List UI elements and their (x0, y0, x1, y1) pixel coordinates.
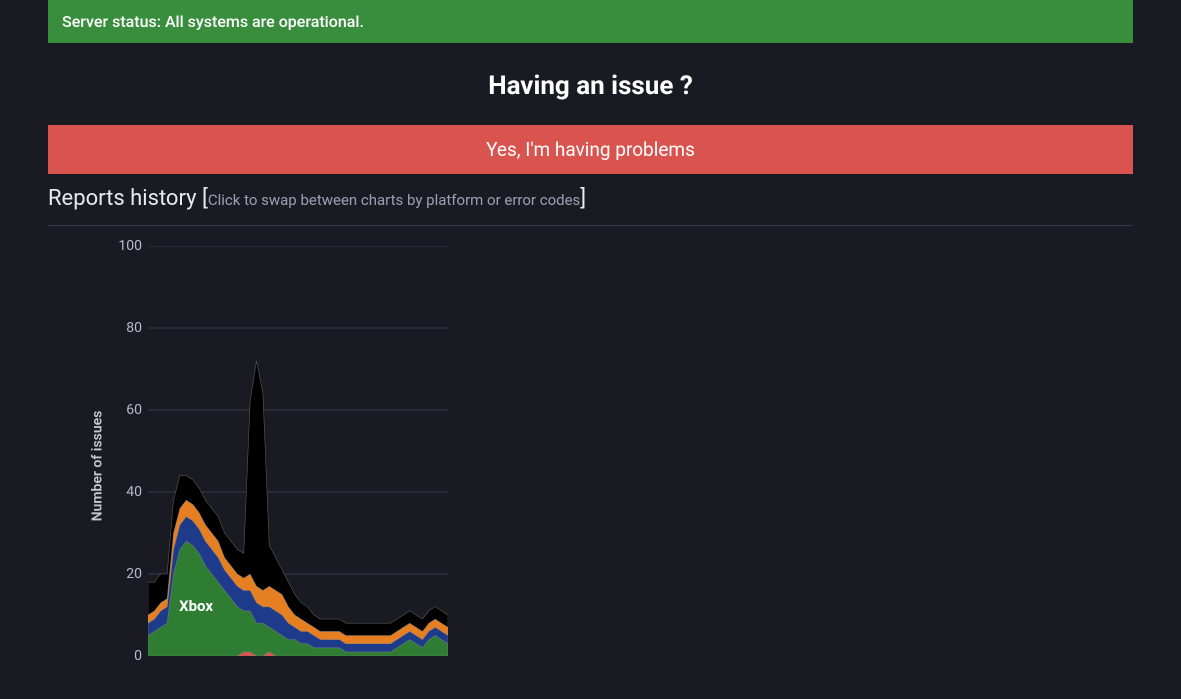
divider (48, 225, 1133, 226)
reports-history-header[interactable]: Reports history [Click to swap between c… (48, 186, 1133, 211)
reports-title: Reports history (48, 186, 197, 211)
chart-plot-area (148, 246, 448, 656)
y-axis-ticks: 020406080100 (100, 246, 148, 656)
status-bar: Server status: All systems are operation… (48, 0, 1133, 43)
yes-having-problems-button[interactable]: Yes, I'm having problems (48, 125, 1133, 174)
chart-swap-hint[interactable]: Click to swap between charts by platform… (208, 191, 580, 209)
reports-chart[interactable]: Number of issues 020406080100 Xbox (48, 246, 1133, 686)
series-annotation: Xbox (179, 597, 213, 615)
having-issue-heading: Having an issue ? (48, 71, 1133, 101)
status-text: Server status: All systems are operation… (62, 12, 364, 31)
